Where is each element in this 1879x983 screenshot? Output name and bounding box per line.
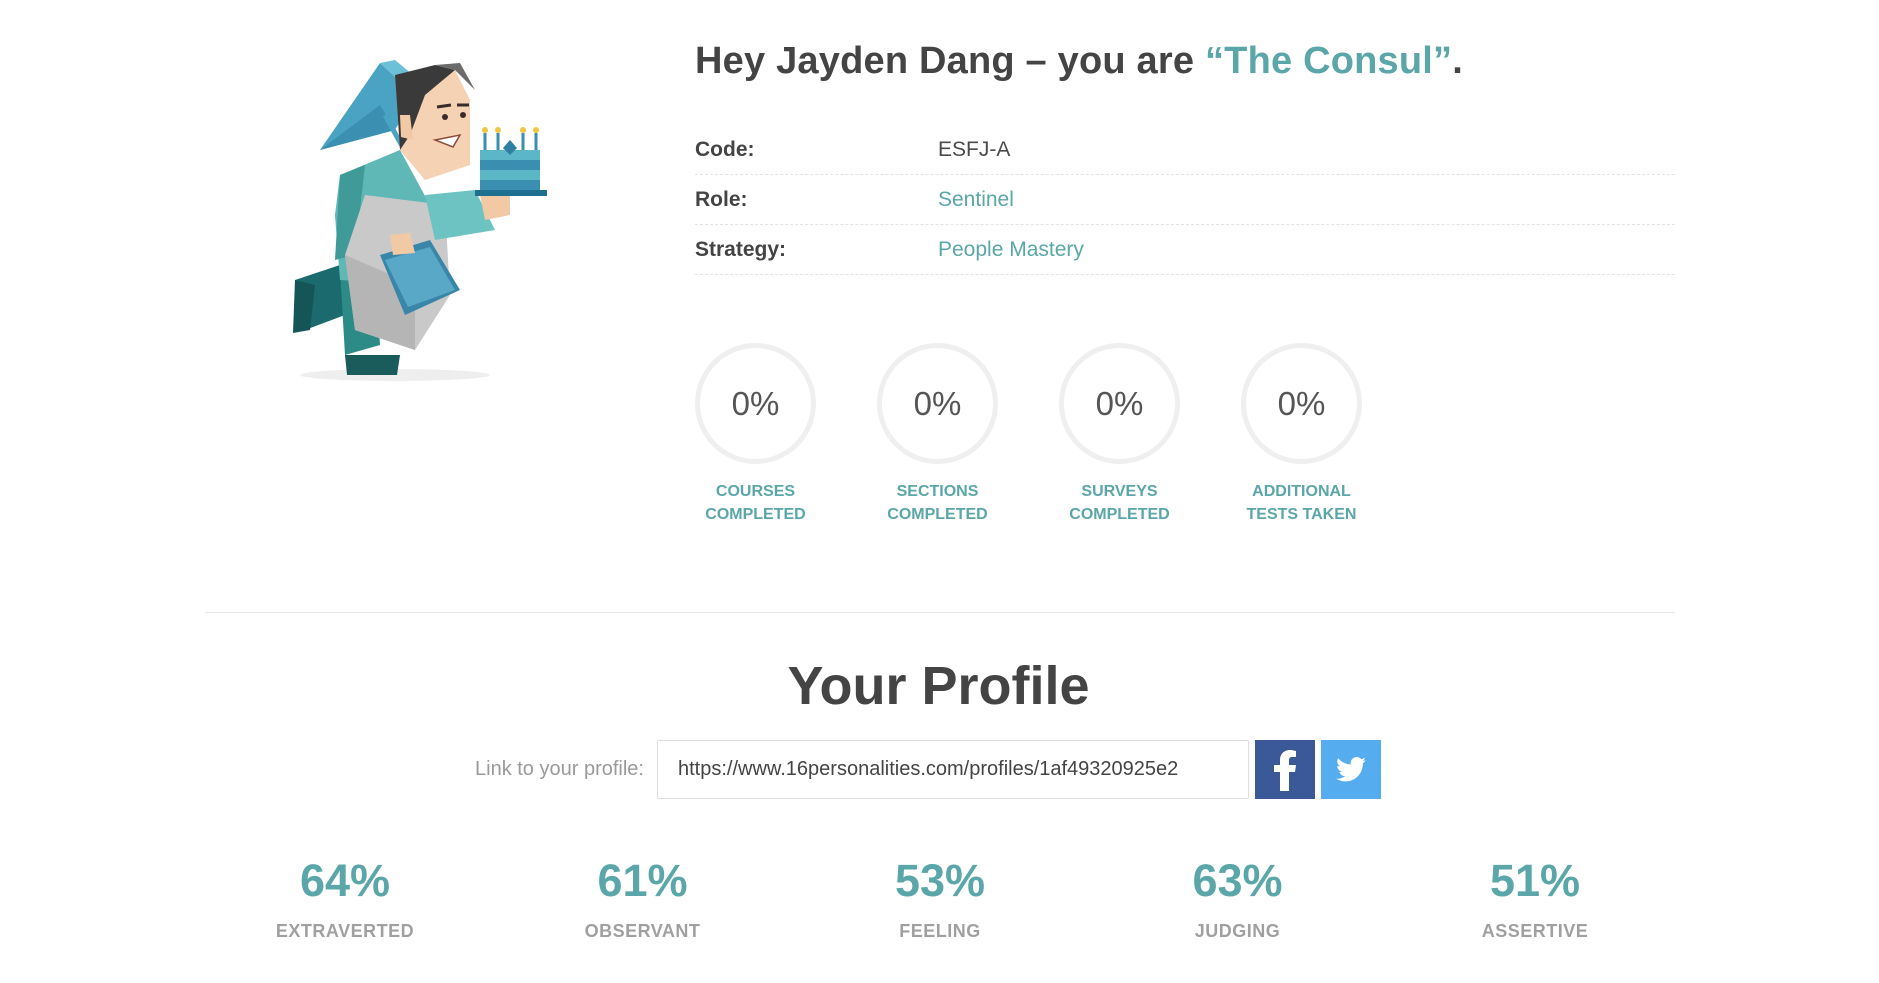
- twitter-icon: [1335, 757, 1366, 782]
- profile-title: Your Profile: [0, 655, 1879, 717]
- trait-percentages: 64% EXTRAVERTED 61% OBSERVANT 53% FEELIN…: [205, 855, 1675, 942]
- stat-label: SECTIONS COMPLETED: [887, 483, 988, 523]
- profile-link-input[interactable]: [656, 740, 1249, 799]
- stat-label: ADDITIONAL TESTS TAKEN: [1246, 483, 1357, 523]
- trait-label: FEELING: [899, 921, 981, 941]
- profile-link-row: Link to your profile:: [475, 740, 1381, 799]
- progress-ring: 0%: [877, 343, 998, 464]
- stat-additional-tests[interactable]: 0% ADDITIONAL TESTS TAKEN: [1241, 343, 1362, 526]
- progress-ring: 0%: [1241, 343, 1362, 464]
- trait-judging: 63% JUDGING: [1098, 855, 1378, 942]
- code-label: Code:: [695, 137, 755, 161]
- facebook-icon: [1273, 749, 1296, 791]
- info-row-role: Role: Sentinel: [695, 175, 1675, 225]
- progress-stats: 0% COURSES COMPLETED 0% SECTIONS COMPLET…: [695, 343, 1362, 526]
- progress-ring: 0%: [1059, 343, 1180, 464]
- trait-extraverted: 64% EXTRAVERTED: [205, 855, 485, 942]
- code-value: ESFJ-A: [938, 137, 1011, 161]
- type-info-table: Code: ESFJ-A Role: Sentinel Strategy: Pe…: [695, 125, 1675, 275]
- greeting-heading: Hey Jayden Dang – you are “The Consul”.: [695, 40, 1675, 83]
- role-link[interactable]: Sentinel: [938, 188, 1014, 212]
- role-label: Role:: [695, 187, 748, 211]
- trait-value: 61%: [597, 855, 688, 906]
- trait-value: 53%: [894, 855, 986, 906]
- consul-character-illustration: [285, 55, 625, 395]
- strategy-link[interactable]: People Mastery: [938, 238, 1084, 262]
- stat-label: COURSES COMPLETED: [705, 483, 806, 523]
- trait-label: OBSERVANT: [584, 921, 701, 941]
- profile-link-label: Link to your profile:: [475, 758, 644, 780]
- stat-surveys[interactable]: 0% SURVEYS COMPLETED: [1059, 343, 1180, 526]
- trait-value: 64%: [299, 855, 391, 906]
- trait-label: JUDGING: [1194, 921, 1281, 941]
- stat-label: SURVEYS COMPLETED: [1069, 483, 1170, 523]
- stat-sections[interactable]: 0% SECTIONS COMPLETED: [877, 343, 998, 526]
- trait-observant: 61% OBSERVANT: [503, 855, 783, 942]
- stat-courses[interactable]: 0% COURSES COMPLETED: [695, 343, 816, 526]
- personality-type-link[interactable]: “The Consul”: [1205, 40, 1452, 82]
- trait-value: 63%: [1192, 855, 1283, 906]
- info-row-strategy: Strategy: People Mastery: [695, 225, 1675, 275]
- strategy-label: Strategy:: [695, 237, 787, 261]
- progress-ring: 0%: [695, 343, 816, 464]
- trait-label: EXTRAVERTED: [275, 921, 415, 941]
- greeting-suffix: .: [1452, 40, 1464, 82]
- section-divider: [205, 612, 1675, 613]
- facebook-share-button[interactable]: [1254, 740, 1315, 799]
- trait-label: ASSERTIVE: [1481, 921, 1589, 941]
- profile-title-text: Your Profile: [787, 656, 1090, 716]
- info-row-code: Code: ESFJ-A: [695, 125, 1675, 175]
- trait-value: 51%: [1489, 855, 1581, 906]
- trait-assertive: 51% ASSERTIVE: [1395, 855, 1675, 942]
- trait-feeling: 53% FEELING: [800, 855, 1080, 942]
- greeting-prefix: Hey Jayden Dang – you are: [695, 40, 1205, 82]
- twitter-share-button[interactable]: [1320, 740, 1381, 799]
- intro-section: Hey Jayden Dang – you are “The Consul”. …: [695, 40, 1675, 275]
